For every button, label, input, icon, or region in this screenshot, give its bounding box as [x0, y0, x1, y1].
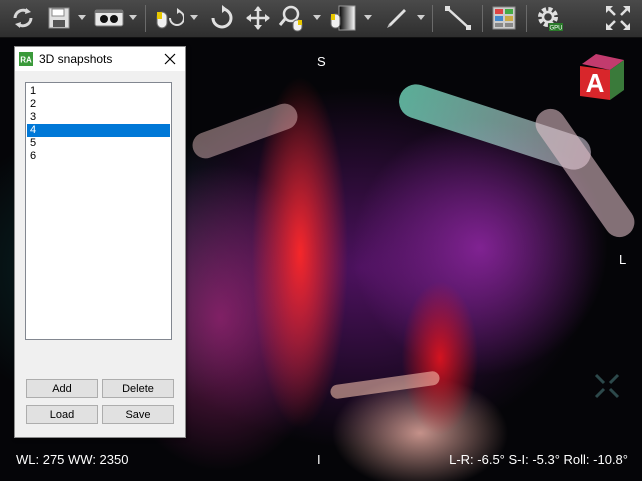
dialog-titlebar[interactable]: RA 3D snapshots	[15, 47, 185, 71]
toolbar: GPU	[0, 0, 642, 38]
snapshot-list[interactable]: 1 2 3 4 5 6	[25, 82, 172, 340]
mouse-rotate-icon	[156, 8, 184, 29]
sync-button[interactable]	[6, 3, 40, 33]
pen-icon	[387, 9, 406, 28]
stereo-view-icon	[94, 9, 124, 27]
svg-text:RA: RA	[20, 56, 32, 65]
rotate-icon	[211, 5, 233, 29]
list-item[interactable]: 1	[27, 85, 170, 98]
orientation-label-bottom: I	[317, 452, 321, 467]
measure-line-icon	[445, 6, 471, 30]
fullscreen-icon	[606, 6, 630, 30]
gpu-badge-text: GPU	[549, 26, 562, 32]
list-item-selected[interactable]: 4	[27, 124, 170, 137]
pan-icon	[246, 6, 270, 30]
sync-icon	[13, 8, 33, 28]
list-item[interactable]: 5	[27, 137, 170, 150]
expand-view-icon[interactable]	[592, 371, 622, 401]
zoom-button[interactable]	[276, 3, 310, 33]
cube-face-label: A	[586, 68, 605, 98]
list-item[interactable]: 6	[27, 150, 170, 163]
pelvis-structure	[329, 370, 441, 400]
app-icon: RA	[19, 52, 33, 66]
delete-button[interactable]: Delete	[102, 379, 174, 398]
rotate-button[interactable]	[205, 3, 239, 33]
close-icon[interactable]	[161, 50, 179, 68]
layout-grid-button[interactable]	[488, 3, 520, 33]
gpu-settings-icon: GPU	[538, 7, 563, 32]
window-level-readout: WL: 275 WW: 2350	[16, 452, 129, 467]
window-level-button[interactable]	[327, 3, 361, 33]
pen-button[interactable]	[380, 3, 414, 33]
window-level-dropdown-icon[interactable]	[364, 15, 372, 20]
add-button[interactable]: Add	[26, 379, 98, 398]
mouse-mode-dropdown-icon[interactable]	[190, 15, 198, 20]
pen-dropdown-icon[interactable]	[417, 15, 425, 20]
stereo-dropdown-icon[interactable]	[129, 15, 137, 20]
orientation-label-right: L	[619, 252, 627, 267]
rib-structure	[529, 102, 641, 244]
save-icon	[48, 7, 70, 29]
zoom-dropdown-icon[interactable]	[313, 15, 321, 20]
load-button[interactable]: Load	[26, 405, 98, 424]
gpu-settings-button[interactable]: GPU	[532, 3, 566, 33]
save-button[interactable]	[44, 3, 74, 33]
list-item[interactable]: 2	[27, 98, 170, 111]
pan-button[interactable]	[242, 3, 274, 33]
list-item[interactable]: 3	[27, 111, 170, 124]
window-level-icon	[330, 5, 356, 31]
mouse-rotate-button[interactable]	[152, 3, 186, 33]
save-dropdown-icon[interactable]	[78, 15, 86, 20]
layout-grid-icon	[492, 6, 516, 30]
fullscreen-button[interactable]	[600, 3, 636, 33]
dialog-title: 3D snapshots	[39, 52, 113, 66]
rotation-angles-readout: L-R: -6.5° S-I: -5.3° Roll: -10.8°	[449, 452, 628, 467]
snapshots-dialog: RA 3D snapshots 1 2 3 4 5 6 Add Delete L…	[14, 46, 186, 438]
save-snapshot-button[interactable]: Save	[102, 405, 174, 424]
measure-line-button[interactable]	[440, 3, 476, 33]
zoom-icon	[278, 5, 303, 32]
orientation-label-top: S	[317, 54, 326, 69]
rib-structure	[188, 99, 302, 163]
orientation-cube-icon[interactable]: A	[574, 50, 628, 104]
stereo-view-button[interactable]	[92, 3, 126, 33]
